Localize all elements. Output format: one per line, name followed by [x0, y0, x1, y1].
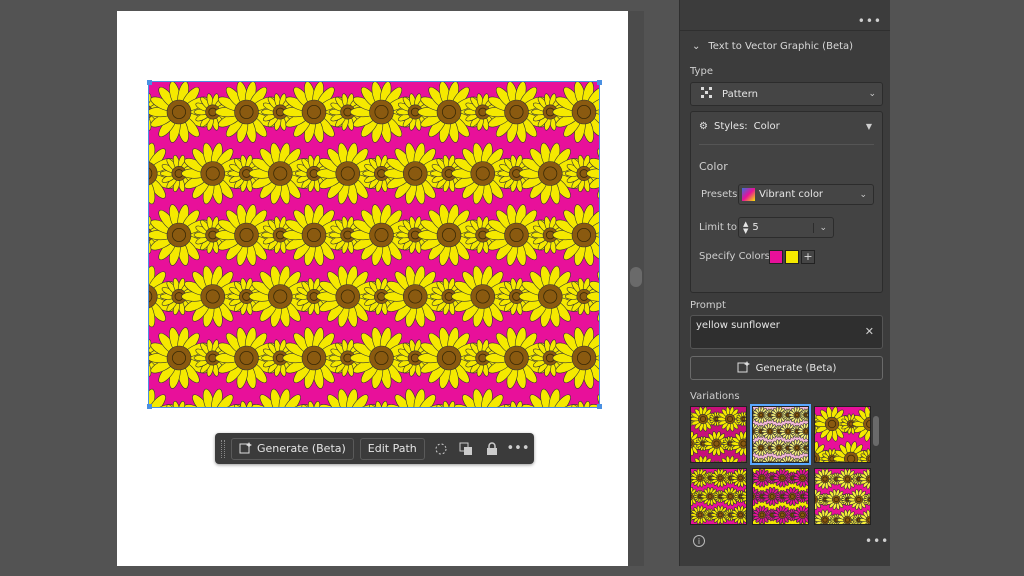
specify-colors-label: Specify Colors: [699, 251, 774, 262]
panel-generate-button[interactable]: Generate (Beta) [690, 356, 883, 380]
divider [699, 144, 874, 145]
color-swatch-pink[interactable] [769, 250, 783, 264]
limit-value: 5 [752, 222, 759, 233]
styles-label: Styles: [713, 121, 748, 132]
variation-pattern [753, 407, 808, 462]
generate-icon [239, 441, 252, 457]
preset-thumbnail-icon [742, 188, 755, 201]
variation-thumbnail[interactable] [750, 404, 811, 465]
recolor-icon[interactable] [431, 439, 451, 459]
variation-thumbnail[interactable] [690, 468, 747, 525]
more-icon[interactable]: ••• [858, 14, 882, 28]
scrollbar-thumb[interactable] [873, 416, 879, 446]
more-icon[interactable]: ••• [865, 534, 889, 548]
duplicate-icon[interactable] [457, 439, 477, 459]
pattern-icon [701, 87, 712, 101]
variations-label: Variations [690, 391, 740, 402]
contextual-taskbar: Generate (Beta) Edit Path ••• [215, 433, 534, 464]
chevron-down-icon[interactable]: ⌄ [813, 222, 827, 233]
sunflower [768, 523, 776, 524]
selection-handle[interactable] [597, 404, 602, 409]
sunflower [706, 523, 714, 524]
chevron-down-icon: ⌄ [868, 89, 876, 99]
presets-value: Vibrant color [759, 189, 824, 200]
prompt-label: Prompt [690, 300, 726, 311]
variations-scrollbar[interactable] [873, 406, 879, 526]
prompt-value: yellow sunflower [696, 320, 780, 331]
gear-icon: ⚙ [699, 121, 708, 132]
panel-generate-label: Generate (Beta) [755, 362, 837, 374]
sunflower [803, 524, 809, 525]
type-value: Pattern [722, 88, 758, 100]
variation-thumbnail[interactable] [690, 406, 747, 463]
styles-header[interactable]: ⚙ Styles: Color [699, 121, 780, 132]
section-title: Text to Vector Graphic (Beta) [708, 41, 854, 52]
generate-icon [737, 360, 750, 376]
divider [680, 30, 890, 31]
limit-stepper[interactable]: ▲ ▼ 5 ⌄ [738, 217, 834, 238]
chevron-down-icon: ⌄ [692, 41, 701, 52]
app-root: Generate (Beta) Edit Path ••• ••• ⌄ Text… [0, 0, 1024, 576]
styles-section: ⚙ Styles: Color ▼ Color Presets: Vibrant… [690, 111, 883, 293]
color-heading: Color [699, 160, 728, 173]
presets-dropdown[interactable]: Vibrant color ⌄ [738, 184, 874, 205]
taskbar-generate-button[interactable]: Generate (Beta) [230, 437, 354, 460]
variation-pattern [815, 407, 870, 462]
variation-pattern [815, 469, 870, 524]
limit-label: Limit to: [699, 222, 741, 233]
styles-value: Color [753, 121, 780, 132]
chevron-down-icon: ⌄ [859, 189, 867, 200]
sunflower [691, 523, 694, 524]
variation-pattern [753, 469, 809, 525]
pattern-canvas [149, 82, 599, 407]
selection-handle[interactable] [147, 404, 152, 409]
color-swatch-yellow[interactable] [785, 250, 799, 264]
grip-icon[interactable] [221, 439, 225, 458]
selection-handle[interactable] [597, 80, 602, 85]
variation-thumbnail[interactable] [814, 468, 871, 525]
taskbar-generate-label: Generate (Beta) [256, 442, 346, 455]
caret-down-icon[interactable]: ▼ [866, 122, 872, 131]
info-icon[interactable]: i [693, 535, 705, 547]
stepper-icon[interactable]: ▲ ▼ [743, 220, 748, 235]
variations-grid [690, 404, 875, 526]
more-icon[interactable]: ••• [507, 439, 530, 459]
sunflower [741, 524, 747, 525]
edit-path-button[interactable]: Edit Path [359, 437, 425, 460]
variation-pattern [691, 469, 747, 525]
section-header[interactable]: ⌄ Text to Vector Graphic (Beta) [692, 41, 853, 52]
presets-label: Presets: [701, 189, 741, 200]
panel-divider [628, 11, 644, 566]
sunflower-pattern-artwork[interactable] [148, 81, 600, 408]
selection-handle[interactable] [147, 80, 152, 85]
prompt-input[interactable]: yellow sunflower ✕ [690, 315, 883, 349]
variation-thumbnail[interactable] [814, 406, 871, 463]
variation-thumbnail[interactable] [752, 468, 809, 525]
properties-panel: ••• ⌄ Text to Vector Graphic (Beta) Type… [679, 0, 890, 566]
lock-icon[interactable] [482, 439, 502, 459]
plus-icon[interactable]: + [801, 250, 815, 264]
sunflower [753, 523, 756, 524]
variation-pattern [691, 407, 746, 462]
close-icon[interactable]: ✕ [865, 325, 874, 338]
panel-resize-handle[interactable] [630, 267, 642, 287]
type-dropdown[interactable]: Pattern ⌄ [690, 82, 883, 106]
sunflower [789, 523, 796, 524]
sunflower [727, 523, 734, 524]
type-label: Type [690, 66, 713, 77]
edit-path-label: Edit Path [367, 442, 417, 455]
